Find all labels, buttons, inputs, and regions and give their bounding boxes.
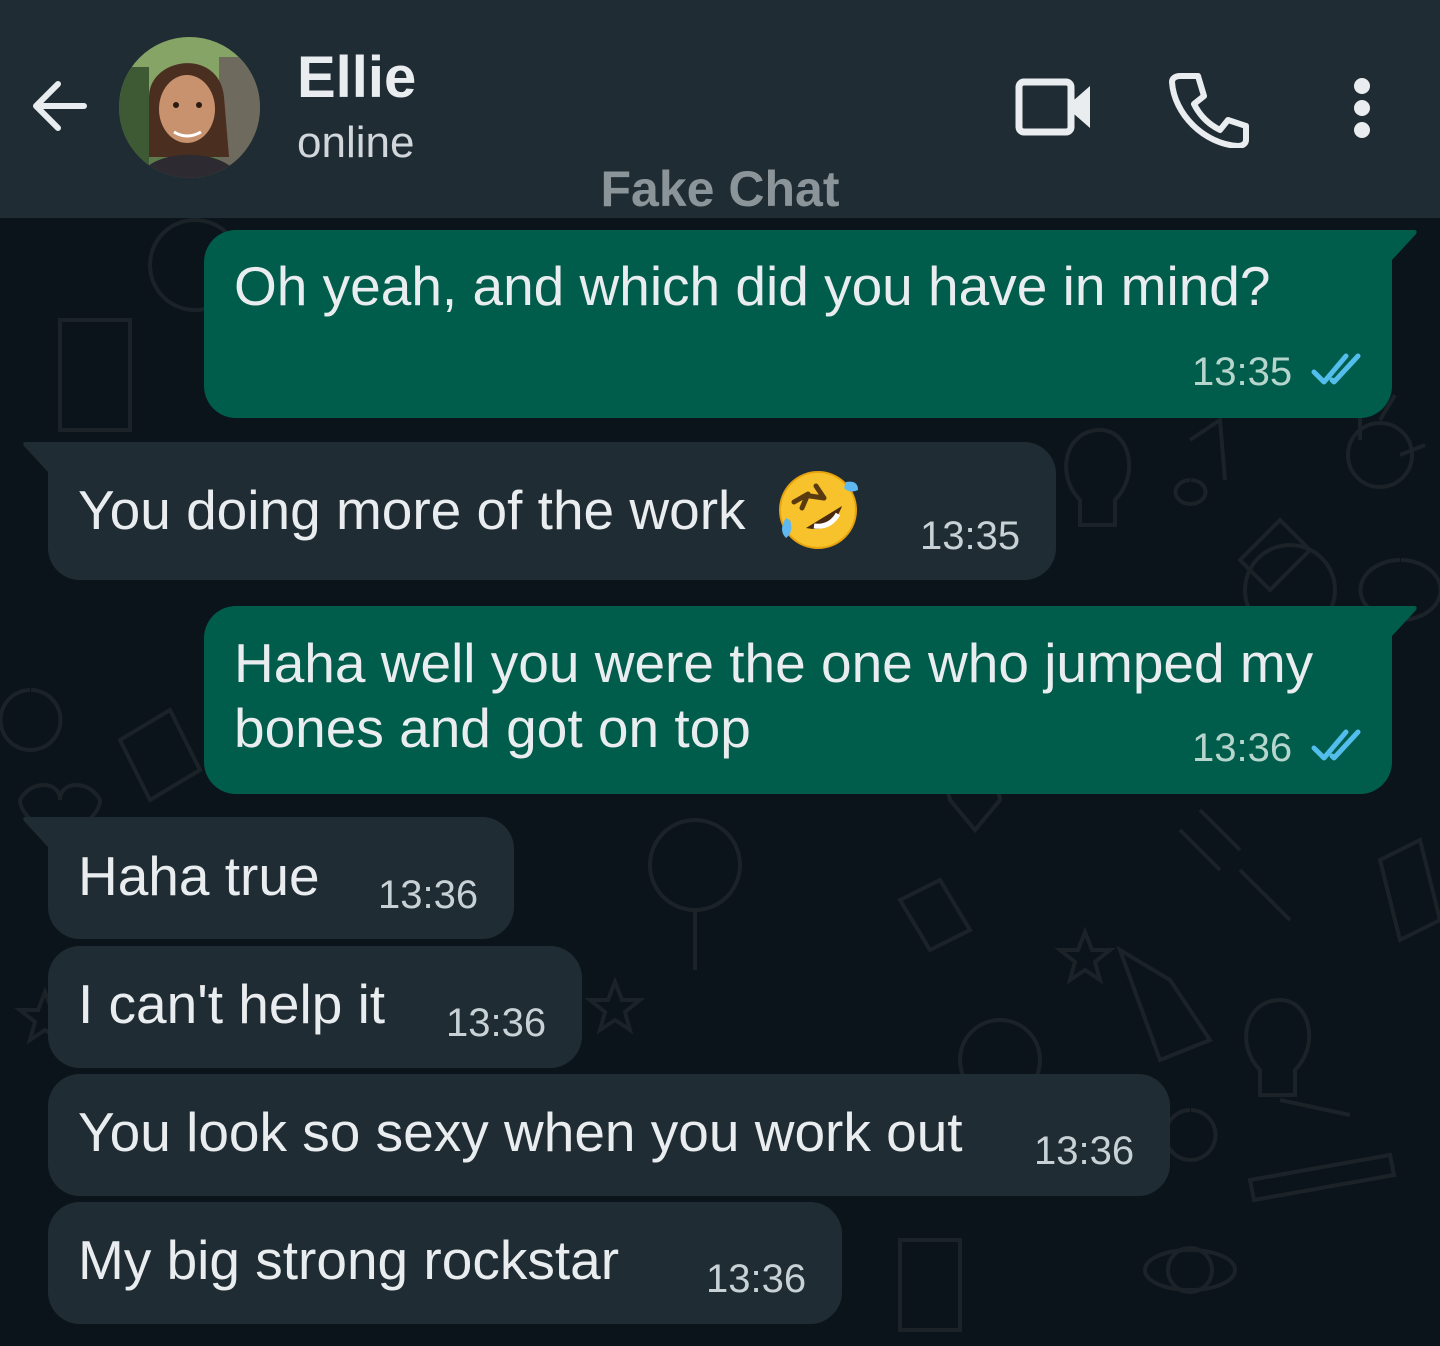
message-bubble-incoming[interactable]: Haha true 13:36 xyxy=(48,817,514,939)
message-time: 13:36 xyxy=(1192,726,1293,770)
message-time: 13:36 xyxy=(706,1257,807,1301)
more-vert-icon xyxy=(1354,78,1370,138)
message-bubble-incoming[interactable]: My big strong rockstar 13:36 xyxy=(48,1202,842,1324)
message-time: 13:36 xyxy=(446,1001,547,1045)
message-text: Haha true xyxy=(78,845,320,907)
message-bubble-outgoing[interactable]: Haha well you were the one who jumped my… xyxy=(204,606,1392,794)
bubble-tail xyxy=(23,817,50,847)
message-text: You look so sexy when you work out xyxy=(78,1101,963,1163)
video-call-button[interactable] xyxy=(1010,70,1100,146)
message-text-line-2: bones and got on top xyxy=(234,697,751,759)
message-time: 13:35 xyxy=(1192,350,1293,394)
message-bubble-incoming[interactable]: I can't help it 13:36 xyxy=(48,946,582,1068)
chat-header: Ellie online Fake Chat xyxy=(0,0,1440,218)
back-button[interactable] xyxy=(24,70,96,142)
message-time: 13:35 xyxy=(920,514,1021,558)
voice-call-button[interactable] xyxy=(1166,68,1250,149)
bubble-tail xyxy=(23,442,50,472)
video-call-icon xyxy=(1015,78,1090,136)
message-time: 13:36 xyxy=(378,873,479,917)
message-text: I can't help it xyxy=(78,973,386,1035)
double-check-read-icon xyxy=(1311,353,1361,385)
message-bubble-outgoing[interactable]: Oh yeah, and which did you have in mind?… xyxy=(204,230,1392,418)
contact-name[interactable]: Ellie xyxy=(297,44,416,111)
bubble-tail xyxy=(1390,230,1417,260)
bubble-tail xyxy=(1390,606,1417,636)
phone-icon xyxy=(1169,73,1249,149)
message-text: Oh yeah, and which did you have in mind? xyxy=(234,255,1271,317)
message-text-line-1: Haha well you were the one who jumped my xyxy=(234,632,1314,694)
message-time: 13:36 xyxy=(1034,1129,1135,1173)
avatar[interactable] xyxy=(119,37,260,178)
message-text: You doing more of the work xyxy=(78,479,746,541)
back-arrow-icon xyxy=(33,81,87,131)
double-check-read-icon xyxy=(1311,729,1361,761)
rolling-on-floor-laughing-emoji-icon xyxy=(779,471,858,549)
message-bubble-incoming[interactable]: You doing more of the work 13:35 xyxy=(48,442,1056,580)
message-bubble-incoming[interactable]: You look so sexy when you work out 13:36 xyxy=(48,1074,1170,1196)
watermark-text: Fake Chat xyxy=(600,161,840,217)
more-options-button[interactable] xyxy=(1330,70,1394,146)
message-text: My big strong rockstar xyxy=(78,1229,620,1291)
